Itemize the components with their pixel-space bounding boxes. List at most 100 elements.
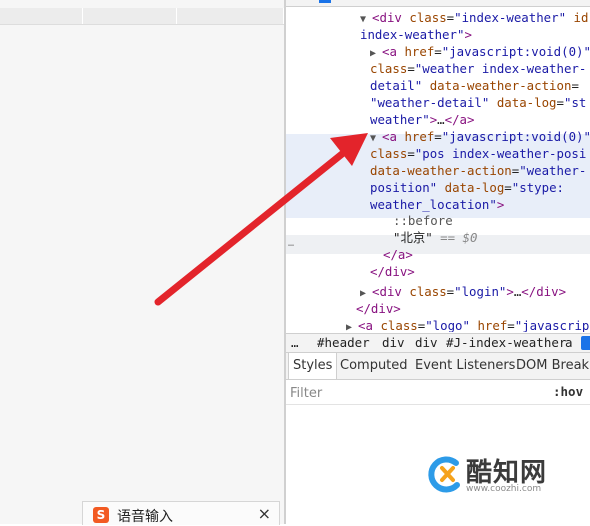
breadcrumb-item[interactable]: a: [565, 334, 573, 352]
attribute-value: "javascrip: [514, 318, 590, 332]
dom-node-line[interactable]: ▶ <a class="logo" href="javascrip: [346, 318, 589, 332]
node-text: [422, 78, 429, 93]
sidebar-tabs: Styles Computed Event Listeners DOM Brea…: [286, 353, 590, 380]
breadcrumb-item[interactable]: #header: [317, 334, 370, 352]
tag-name: >: [506, 284, 514, 299]
attribute-value: "javascript:void(0)": [441, 44, 590, 59]
attribute-name: data-log: [444, 180, 505, 195]
attribute-value: "index-weather": [454, 10, 567, 25]
breadcrumb-item[interactable]: #J-index-weather: [446, 334, 566, 352]
tag-name: <div: [372, 10, 410, 25]
tag-name: </a>: [383, 247, 413, 262]
attribute-value: "pos index-weather-posi: [414, 146, 587, 161]
attribute-name: class: [370, 146, 408, 161]
dom-node-line[interactable]: position" data-log="stype:: [370, 180, 564, 197]
voice-input-label: 语音输入: [117, 509, 173, 525]
attribute-value: "logo": [425, 318, 470, 332]
tab-event-listeners[interactable]: Event Listeners: [411, 353, 519, 379]
attribute-value: weather_location": [370, 197, 497, 212]
attribute-value: "javascript:void(0)": [441, 129, 590, 144]
expand-triangle-icon[interactable]: ▶: [360, 288, 372, 299]
dom-node-line[interactable]: class="weather index-weather-: [370, 61, 586, 78]
dom-node-line[interactable]: "weather-detail" data-log="st: [370, 95, 586, 112]
coozhi-logo-icon: [428, 456, 460, 493]
voice-input-bar[interactable]: S 语音输入 ×: [82, 501, 280, 525]
attribute-name: href: [404, 129, 435, 144]
page-viewport: S 语音输入 ×: [0, 0, 284, 525]
expand-triangle-icon[interactable]: ▶: [370, 48, 382, 59]
strip-cell: [0, 8, 83, 24]
node-text: =: [407, 146, 415, 161]
node-text: [437, 180, 444, 195]
attribute-name: href: [477, 318, 508, 332]
node-text: =: [571, 78, 579, 93]
attribute-value: "stype:: [511, 180, 564, 195]
devtools-panel: … ▼ <div class="index-weather" id index-w…: [286, 0, 590, 524]
more-options-icon[interactable]: …: [288, 236, 294, 253]
attribute-value: "weather-: [519, 163, 587, 178]
devtools-top-tabs: [286, 0, 590, 7]
tag-name: </div>: [370, 264, 415, 279]
filter-input[interactable]: [288, 383, 522, 403]
dom-node-line[interactable]: weather_location">: [370, 197, 504, 214]
attribute-name: data-weather-action: [370, 163, 512, 178]
expand-triangle-icon[interactable]: ▼: [370, 133, 382, 144]
breadcrumb-item[interactable]: div: [382, 334, 405, 352]
dom-node-line[interactable]: ▼ <div class="index-weather" id: [360, 10, 588, 27]
tag-name: <div: [372, 284, 410, 299]
node-text: =: [504, 180, 512, 195]
tag-name: </div>: [521, 284, 567, 299]
dom-node-line[interactable]: </a>: [383, 247, 413, 264]
attribute-name: href: [404, 44, 435, 59]
tab-styles[interactable]: Styles: [288, 353, 338, 379]
attribute-value: weather": [370, 112, 430, 127]
dom-node-line[interactable]: </div>: [356, 301, 401, 318]
dom-node-line[interactable]: data-weather-action="weather-: [370, 163, 586, 180]
tab-dom-breakpoints[interactable]: DOM Breakp: [512, 353, 590, 379]
breadcrumb-item[interactable]: div: [415, 334, 438, 352]
page-top-strip: [0, 8, 284, 25]
attribute-name: class: [409, 10, 447, 25]
sogou-logo-icon: S: [93, 507, 109, 523]
node-text: [566, 10, 573, 25]
active-tab-indicator: [319, 0, 331, 3]
tag-name: >: [464, 27, 472, 42]
dom-node-line[interactable]: weather">…</a>: [370, 112, 474, 129]
dom-node-line[interactable]: ▼ <a href="javascript:void(0)": [370, 129, 590, 146]
attribute-value: "st: [563, 95, 587, 110]
strip-cell: [177, 8, 284, 24]
dom-node-line[interactable]: index-weather">: [360, 27, 472, 44]
dom-node-line[interactable]: ::before: [393, 213, 453, 230]
node-text: =: [434, 129, 442, 144]
strip-cell: [83, 8, 177, 24]
expand-triangle-icon[interactable]: ▶: [346, 322, 358, 332]
dom-node-line[interactable]: ▶ <a href="javascript:void(0)": [370, 44, 590, 61]
breadcrumb-selected-item[interactable]: [581, 336, 590, 350]
attribute-name: class: [409, 284, 447, 299]
tag-name: <a: [358, 318, 381, 332]
node-text: [489, 95, 496, 110]
hover-state-toggle[interactable]: :hov: [553, 384, 583, 399]
dom-node-line[interactable]: </div>: [370, 264, 415, 281]
tag-name: <a: [382, 44, 405, 59]
dom-node-line[interactable]: ▶ <div class="login">…</div>: [360, 284, 566, 301]
dom-node-line[interactable]: detail" data-weather-action=: [370, 78, 579, 95]
dom-node-line[interactable]: "北京" == $0: [393, 230, 477, 247]
elements-tree[interactable]: … ▼ <div class="index-weather" id index-w…: [286, 7, 590, 332]
node-text: …: [437, 112, 445, 127]
attribute-name: id: [573, 10, 589, 25]
attribute-name: class: [380, 318, 418, 332]
pseudo-element: ::before: [393, 213, 453, 228]
close-icon[interactable]: ×: [258, 504, 271, 523]
node-text: "北京": [393, 230, 433, 245]
attribute-value: index-weather": [360, 27, 465, 42]
breadcrumb-item[interactable]: …: [291, 334, 299, 352]
tab-computed[interactable]: Computed: [336, 353, 412, 379]
attribute-name: class: [370, 61, 408, 76]
tag-name: >: [496, 197, 505, 212]
node-text: =: [556, 95, 564, 110]
expand-triangle-icon[interactable]: ▼: [360, 14, 372, 25]
dom-node-line[interactable]: class="pos index-weather-posi: [370, 146, 586, 163]
tag-name: </div>: [356, 301, 401, 316]
styles-filter-row: :hov: [286, 380, 590, 405]
